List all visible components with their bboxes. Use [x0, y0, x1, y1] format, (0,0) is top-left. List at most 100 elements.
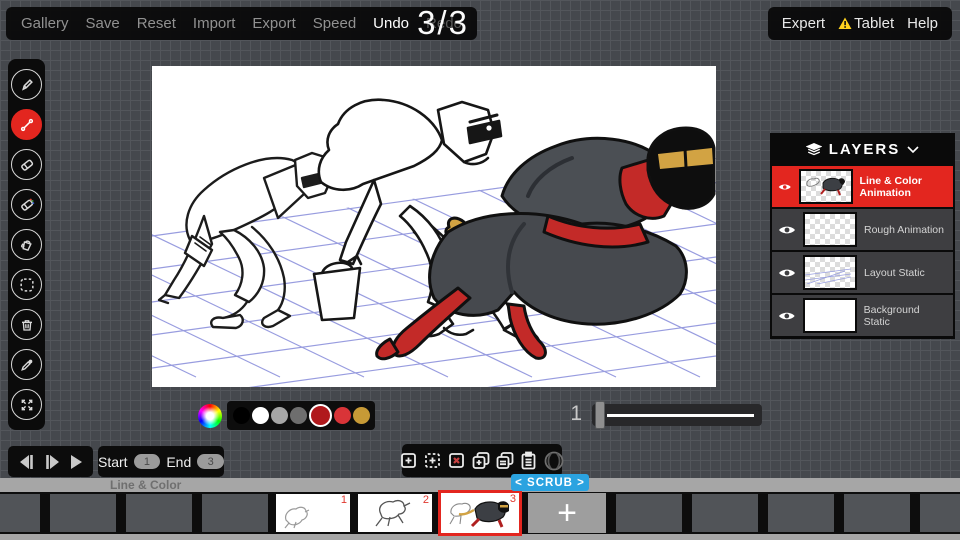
- insert-frame-button[interactable]: [422, 450, 444, 472]
- pencil-icon: [17, 75, 37, 95]
- layer-row-layout[interactable]: Layout Static: [772, 252, 953, 293]
- end-frame-input[interactable]: 3: [197, 454, 224, 469]
- menu-import[interactable]: Import: [193, 15, 236, 32]
- empty-frame-slot: [616, 494, 682, 532]
- chevron-down-icon: [907, 146, 919, 154]
- frame-thumbnail-3-selected[interactable]: 3: [438, 490, 522, 536]
- add-frame-tile[interactable]: +: [528, 493, 606, 533]
- frame-2-sketch: [358, 494, 432, 532]
- empty-frame-slot: [50, 494, 116, 532]
- eraser-tool[interactable]: [11, 149, 42, 180]
- visibility-eye-icon[interactable]: [778, 224, 796, 236]
- active-layer-label: Line & Color: [110, 478, 181, 492]
- empty-frame-slot: [768, 494, 834, 532]
- delete-frame-icon: [446, 450, 468, 472]
- menu-tablet[interactable]: Tablet: [838, 15, 894, 32]
- visibility-eye-icon[interactable]: [778, 267, 796, 279]
- drawing-canvas[interactable]: [152, 66, 716, 387]
- frame-number: 1: [341, 494, 347, 506]
- brush-size-slider[interactable]: [592, 404, 762, 426]
- canvas-artwork: [152, 66, 716, 387]
- start-label: Start: [98, 454, 128, 470]
- copy-frame-icon: [494, 450, 516, 472]
- pencil-tool[interactable]: [11, 69, 42, 100]
- eyedropper-icon: [17, 355, 37, 375]
- step-back-button[interactable]: [17, 453, 37, 471]
- slider-handle[interactable]: [595, 401, 605, 429]
- color-eraser-icon: [17, 195, 37, 215]
- menu-speed[interactable]: Speed: [313, 15, 356, 32]
- layer-thumbnail: [799, 169, 853, 204]
- empty-frame-slot: [920, 494, 960, 532]
- menu-help[interactable]: Help: [907, 15, 938, 32]
- line-icon: [17, 115, 37, 135]
- insert-frame-icon: [422, 450, 444, 472]
- swatch-dark-red-selected[interactable]: [309, 404, 332, 427]
- delete-frame-button[interactable]: [446, 450, 468, 472]
- swatch-black[interactable]: [233, 407, 250, 424]
- end-label: End: [166, 454, 191, 470]
- copy-frame-button[interactable]: [494, 450, 516, 472]
- step-forward-icon: [42, 453, 62, 471]
- frame-page-indicator: 3/3: [398, 0, 488, 45]
- select-icon: [17, 275, 37, 295]
- empty-frame-slot: [692, 494, 758, 532]
- timeline-row: 1 2 3 +: [0, 492, 960, 534]
- frame-thumbnail-2[interactable]: 2: [358, 494, 432, 532]
- layer-label: Line & Color Animation: [860, 175, 947, 199]
- layer-1-mini-art: [801, 171, 847, 198]
- empty-frame-slot: [202, 494, 268, 532]
- layers-stack-icon: [806, 142, 822, 157]
- fill-bucket-tool[interactable]: [11, 229, 42, 260]
- swatch-light-gray[interactable]: [271, 407, 288, 424]
- swatch-gold[interactable]: [353, 407, 370, 424]
- line-tool[interactable]: [11, 109, 42, 140]
- layer-thumbnail: [803, 298, 857, 333]
- timeline-filmstrip: Line & Color 1 2: [0, 478, 960, 540]
- swatch-white[interactable]: [252, 407, 269, 424]
- slider-track: [607, 414, 754, 417]
- visibility-eye-icon[interactable]: [778, 181, 792, 193]
- onion-skin-button[interactable]: [542, 449, 566, 473]
- layer-row-rough[interactable]: Rough Animation: [772, 209, 953, 250]
- frame-thumbnail-1[interactable]: 1: [276, 494, 350, 532]
- frame-3-art: [441, 493, 519, 533]
- trash-icon: [17, 315, 37, 335]
- add-frame-button[interactable]: [398, 450, 420, 472]
- menu-reset[interactable]: Reset: [137, 15, 176, 32]
- tool-palette: [8, 59, 45, 430]
- onion-skin-icon: [542, 449, 566, 473]
- frame-1-sketch: [276, 494, 350, 532]
- step-forward-button[interactable]: [42, 453, 62, 471]
- menu-gallery[interactable]: Gallery: [21, 15, 69, 32]
- swatch-dark-gray[interactable]: [290, 407, 307, 424]
- play-icon: [67, 453, 85, 471]
- paste-frame-button[interactable]: [518, 450, 540, 472]
- play-button[interactable]: [67, 453, 85, 471]
- layers-panel-header[interactable]: LAYERS: [770, 133, 955, 166]
- layer-label: Rough Animation: [864, 224, 944, 236]
- color-eraser-tool[interactable]: [11, 189, 42, 220]
- fullscreen-tool[interactable]: [11, 389, 42, 420]
- duplicate-frame-button[interactable]: [470, 450, 492, 472]
- start-frame-input[interactable]: 1: [134, 454, 161, 469]
- visibility-eye-icon[interactable]: [778, 310, 796, 322]
- color-wheel[interactable]: [198, 404, 222, 428]
- layer-row-background[interactable]: Background Static: [772, 295, 953, 336]
- layer-row-line-color[interactable]: Line & Color Animation: [772, 166, 953, 207]
- eyedropper-tool[interactable]: [11, 349, 42, 380]
- select-tool[interactable]: [11, 269, 42, 300]
- layers-title: LAYERS: [829, 141, 900, 158]
- scrub-button[interactable]: < SCRUB >: [511, 474, 589, 491]
- trash-tool[interactable]: [11, 309, 42, 340]
- secondary-menubar: Expert Tablet Help: [768, 7, 952, 40]
- add-frame-icon: [398, 450, 420, 472]
- frame-number: 2: [423, 494, 429, 506]
- swatch-red[interactable]: [334, 407, 351, 424]
- layer-3-mini-art: [805, 257, 851, 284]
- menu-export[interactable]: Export: [252, 15, 295, 32]
- layer-label: Layout Static: [864, 267, 925, 279]
- menu-expert[interactable]: Expert: [782, 15, 825, 32]
- fullscreen-icon: [17, 395, 37, 415]
- menu-save[interactable]: Save: [86, 15, 120, 32]
